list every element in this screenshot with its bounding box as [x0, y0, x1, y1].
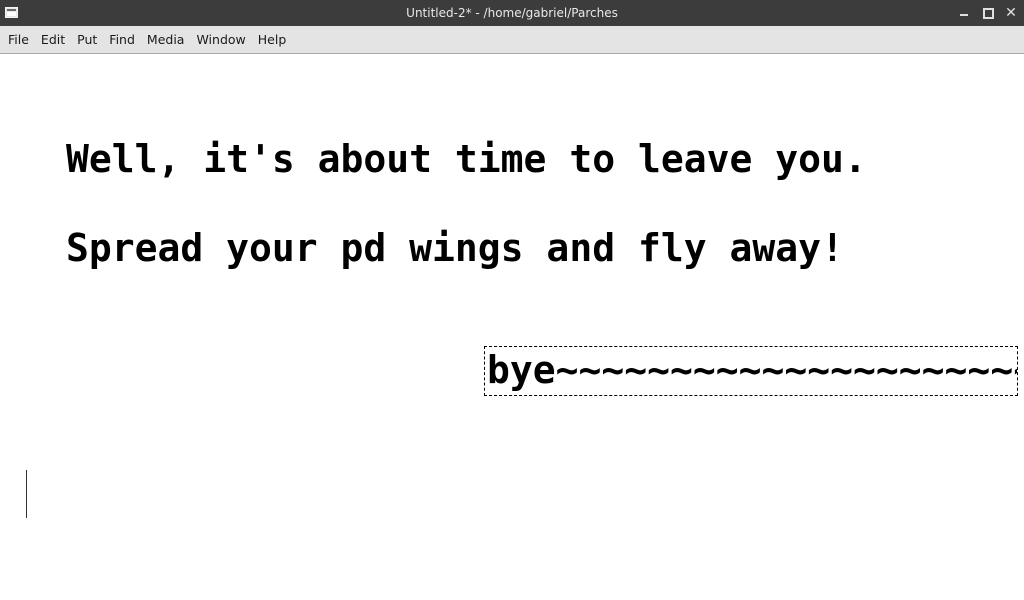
close-button[interactable]: ✕ — [1003, 5, 1019, 21]
menu-bar: File Edit Put Find Media Window Help — [0, 26, 1024, 54]
close-icon: ✕ — [1005, 5, 1017, 21]
minimize-button[interactable] — [956, 5, 972, 21]
menu-put[interactable]: Put — [71, 26, 103, 53]
menu-window[interactable]: Window — [190, 26, 251, 53]
comment-line-2[interactable]: Spread your pd wings and fly away! — [66, 229, 844, 267]
menu-file[interactable]: File — [2, 26, 35, 53]
patch-canvas[interactable]: Well, it's about time to leave you. Spre… — [0, 55, 1024, 600]
maximize-button[interactable] — [980, 5, 996, 21]
title-bar: Untitled-2* - /home/gabriel/Parches ✕ — [0, 0, 1024, 26]
menu-edit[interactable]: Edit — [35, 26, 71, 53]
menu-help[interactable]: Help — [252, 26, 293, 53]
selected-comment-text: bye~~~~~~~~~~~~~~~~~~~~~~~~~~~~~~~~~~~~~… — [487, 348, 1018, 392]
maximize-icon — [982, 7, 994, 19]
comment-line-1[interactable]: Well, it's about time to leave you. — [66, 140, 867, 178]
menu-find[interactable]: Find — [103, 26, 141, 53]
text-cursor — [26, 470, 27, 518]
minimize-icon — [960, 14, 968, 16]
menu-media[interactable]: Media — [141, 26, 191, 53]
window-title: Untitled-2* - /home/gabriel/Parches — [406, 6, 618, 20]
selected-comment-box[interactable]: bye~~~~~~~~~~~~~~~~~~~~~~~~~~~~~~~~~~~~~… — [484, 346, 1018, 396]
